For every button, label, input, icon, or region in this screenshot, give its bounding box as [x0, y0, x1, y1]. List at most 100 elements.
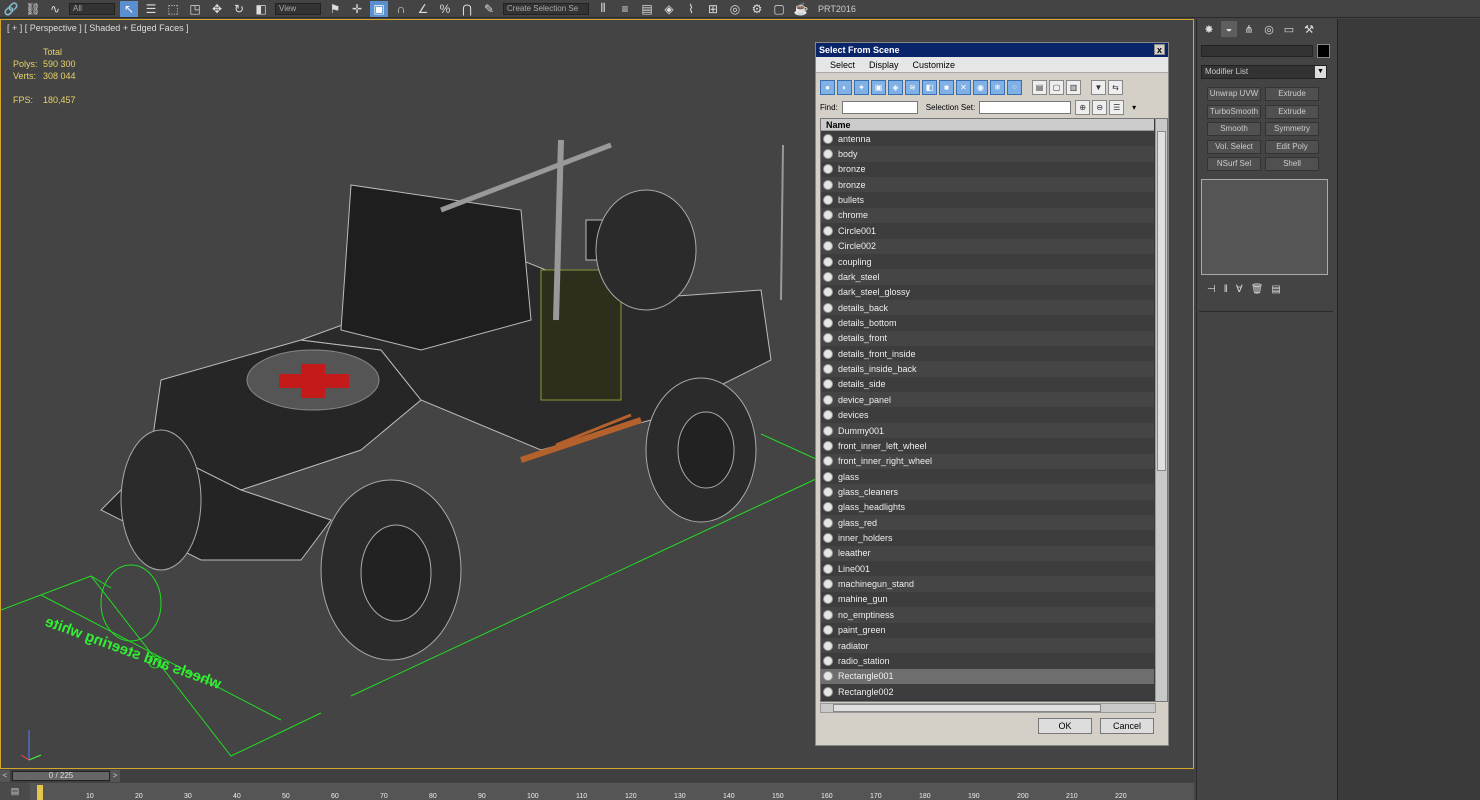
angle-snap-icon[interactable]: ∠ — [414, 1, 432, 17]
modifier-button[interactable]: Extrude — [1265, 87, 1319, 101]
motion-tab-icon[interactable]: ◎ — [1261, 21, 1277, 37]
select-set-icon[interactable]: ☰ — [1109, 99, 1125, 115]
modifier-button[interactable]: Smooth — [1207, 122, 1261, 136]
curve-editor-icon[interactable]: ⌇ — [682, 1, 700, 17]
list-item[interactable]: details_bottom — [821, 315, 1154, 331]
list-item[interactable]: Rectangle001 — [821, 668, 1154, 684]
prev-frame-icon[interactable]: < — [0, 770, 10, 782]
list-item[interactable]: details_inside_back — [821, 361, 1154, 377]
containers-filter-icon[interactable]: ◉ — [973, 80, 988, 95]
mirror-icon[interactable]: ⫴ — [594, 1, 612, 17]
xrefs-filter-icon[interactable]: ■ — [939, 80, 954, 95]
modifier-button[interactable]: Shell — [1265, 157, 1319, 171]
modifier-button[interactable]: TurboSmooth — [1207, 104, 1261, 119]
list-item[interactable]: details_front — [821, 330, 1154, 347]
time-slider[interactable]: 0 / 225 — [12, 771, 110, 781]
display-all-icon[interactable]: ▤ — [1032, 80, 1047, 95]
object-color-swatch[interactable] — [1317, 44, 1330, 58]
scale-icon[interactable]: ◧ — [252, 1, 270, 17]
horizontal-scrollbar[interactable] — [820, 703, 1156, 713]
spinner-snap-icon[interactable]: ⋂ — [458, 1, 476, 17]
display-none-icon[interactable]: ▢ — [1049, 80, 1064, 95]
menu-customize[interactable]: Customize — [913, 60, 956, 70]
list-item[interactable]: Circle001 — [821, 223, 1154, 239]
list-item[interactable]: radio_station — [821, 653, 1154, 669]
list-item[interactable]: body — [821, 146, 1154, 162]
modify-tab-icon[interactable]: ◒ — [1221, 21, 1237, 37]
list-item[interactable]: radiator — [821, 637, 1154, 654]
select-manipulate-icon[interactable]: ✛ — [348, 1, 366, 17]
display-invert-icon[interactable]: ▥ — [1066, 80, 1081, 95]
rect-region-icon[interactable]: ⬚ — [164, 1, 182, 17]
list-item[interactable]: front_inner_right_wheel — [821, 453, 1154, 469]
render-frame-icon[interactable]: ▢ — [770, 1, 788, 17]
particles-filter-icon[interactable]: ⁘ — [1007, 80, 1022, 95]
hscroll-thumb[interactable] — [833, 704, 1101, 712]
material-editor-icon[interactable]: ◎ — [726, 1, 744, 17]
modifier-button[interactable]: Symmetry — [1265, 122, 1319, 136]
filter-icon[interactable]: ▼ — [1091, 80, 1106, 95]
list-item[interactable]: dark_steel — [821, 269, 1154, 285]
next-frame-icon[interactable]: > — [110, 770, 120, 782]
bind-icon[interactable]: ∿ — [46, 1, 64, 17]
keyboard-shortcut-override-icon[interactable]: ▣ — [370, 0, 388, 17]
graphite-icon[interactable]: ◈ — [660, 1, 678, 17]
remove-from-set-icon[interactable]: ⊖ — [1092, 99, 1108, 115]
list-item[interactable]: no_emptiness — [821, 607, 1154, 623]
helpers-filter-icon[interactable]: ◈ — [888, 80, 903, 95]
utilities-tab-icon[interactable]: ⚒ — [1301, 21, 1317, 37]
show-end-result-icon[interactable]: ‖ — [1224, 284, 1228, 295]
bones-filter-icon[interactable]: ✕ — [956, 80, 971, 95]
select-by-name-icon[interactable]: ☰ — [142, 1, 160, 17]
reference-coord-dropdown[interactable]: View — [275, 2, 321, 15]
groups-filter-icon[interactable]: ◧ — [922, 80, 937, 95]
modifier-button[interactable]: Unwrap UVW — [1207, 87, 1261, 101]
render-icon[interactable]: ☕ — [792, 1, 810, 17]
list-item[interactable]: bronze — [821, 177, 1154, 193]
modifier-list-dropdown[interactable]: Modifier List ▼ — [1201, 65, 1327, 79]
selection-filter-dropdown[interactable]: All — [69, 2, 115, 15]
list-item[interactable]: glass — [821, 468, 1154, 485]
curve-editor-mini-icon[interactable]: ▤ — [0, 783, 30, 800]
list-item[interactable]: Line001 — [821, 561, 1154, 577]
layer-icon[interactable]: ▤ — [638, 1, 656, 17]
list-item[interactable]: antenna — [821, 131, 1154, 147]
window-crossing-icon[interactable]: ◳ — [186, 1, 204, 17]
schematic-icon[interactable]: ⊞ — [704, 1, 722, 17]
link-icon[interactable]: 🔗 — [2, 1, 20, 17]
selection-set-dropdown[interactable] — [979, 100, 1072, 114]
make-unique-icon[interactable]: ∀ — [1236, 284, 1243, 295]
list-item[interactable]: machinegun_stand — [821, 576, 1154, 592]
modifier-button[interactable]: Edit Poly — [1265, 139, 1319, 154]
create-tab-icon[interactable]: ✸ — [1201, 21, 1217, 37]
pin-stack-icon[interactable]: ⊣ — [1207, 284, 1216, 295]
shapes-filter-icon[interactable]: ◐ — [837, 80, 852, 95]
select-icon[interactable]: ↖ — [120, 0, 138, 17]
close-icon[interactable]: x — [1154, 44, 1165, 55]
snap-icon[interactable]: ∩ — [392, 1, 410, 17]
list-item[interactable]: mahine_gun — [821, 591, 1154, 608]
list-item[interactable]: dark_steel_glossy — [821, 284, 1154, 300]
list-item[interactable]: leaather — [821, 545, 1154, 562]
list-item[interactable]: Dummy001 — [821, 422, 1154, 439]
pivot-icon[interactable]: ⚑ — [326, 1, 344, 17]
list-item[interactable]: bullets — [821, 192, 1154, 208]
list-item[interactable]: inner_holders — [821, 530, 1154, 546]
add-to-set-icon[interactable]: ⊕ — [1075, 99, 1091, 115]
ok-button[interactable]: OK — [1038, 718, 1092, 734]
align-icon[interactable]: ≡ — [616, 1, 634, 17]
configure-sets-icon[interactable]: ▤ — [1271, 284, 1280, 295]
hierarchy-tab-icon[interactable]: ⋔ — [1241, 21, 1257, 37]
unlink-icon[interactable]: ⛓ — [24, 1, 42, 17]
sync-selection-icon[interactable]: ⇆ — [1108, 80, 1123, 95]
track-bar[interactable]: ▤ 10 20 30 40 50 60 70 80 90 100 110 120 130 140 150 16… — [0, 783, 1194, 800]
find-input[interactable] — [841, 100, 918, 114]
cameras-filter-icon[interactable]: ▣ — [871, 80, 886, 95]
display-tab-icon[interactable]: ▭ — [1281, 21, 1297, 37]
frozen-filter-icon[interactable]: ❄ — [990, 80, 1005, 95]
scrollbar-thumb[interactable] — [1157, 131, 1166, 471]
list-item[interactable]: details_back — [821, 299, 1154, 316]
menu-display[interactable]: Display — [869, 60, 899, 70]
panel-options-icon[interactable]: ▾ — [1132, 103, 1136, 112]
modifier-stack[interactable] — [1201, 179, 1328, 275]
